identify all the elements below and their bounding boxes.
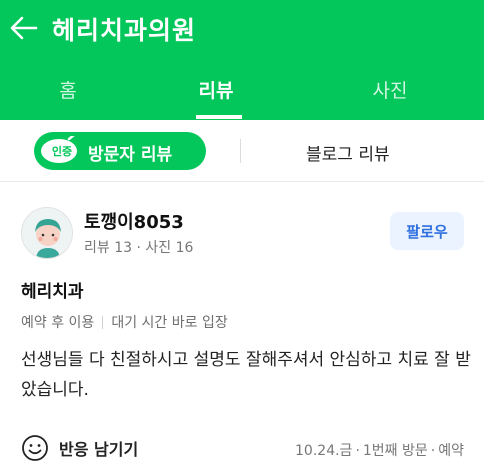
- react-button[interactable]: 반응 남기기: [21, 434, 138, 462]
- visit-meta: 10.24.금 · 1번째 방문 · 예약: [295, 443, 464, 459]
- tab-home[interactable]: 홈: [0, 58, 136, 120]
- back-button[interactable]: [4, 8, 44, 48]
- app-header: 헤리치과의원: [0, 0, 484, 58]
- place-name: 헤리치과: [21, 282, 84, 302]
- visit-review-tab[interactable]: 인증 방문자 리뷰: [34, 132, 206, 170]
- author-stats: 리뷰 13 · 사진 16: [84, 240, 194, 256]
- review-text: 선생님들 다 친절하시고 설명도 잘해주셔서 안심하고 치료 잘 받았습니다.: [21, 350, 471, 400]
- main-tabs: 홈 리뷰 사진: [0, 58, 484, 120]
- certified-label: 인증: [51, 145, 73, 158]
- visit-review-label: 방문자 리뷰: [88, 145, 173, 165]
- visit-count: 1번째 방문: [362, 443, 428, 459]
- active-tab-indicator: [196, 115, 242, 119]
- tab-photo[interactable]: 사진: [296, 58, 484, 120]
- arrow-left-icon: [10, 16, 38, 40]
- page-title: 헤리치과의원: [52, 16, 197, 45]
- tag-wait-time: 대기 시간 바로 입장: [111, 315, 228, 331]
- tab-review[interactable]: 리뷰: [136, 58, 296, 120]
- visit-date: 10.24.금: [295, 443, 353, 459]
- follow-button[interactable]: 팔로우: [390, 212, 464, 250]
- blog-review-tab[interactable]: 블로그 리뷰: [306, 140, 390, 165]
- user-avatar-icon: [22, 208, 72, 258]
- certified-badge: 인증: [39, 133, 79, 166]
- tag-reservation: 예약 후 이용: [21, 315, 95, 331]
- review-tags: 예약 후 이용 대기 시간 바로 입장: [21, 312, 228, 332]
- visit-type: 예약: [438, 443, 464, 459]
- tag-separator: [102, 315, 104, 329]
- subtab-divider: [240, 139, 241, 163]
- review-author[interactable]: 토깽이8053: [84, 208, 184, 234]
- smile-icon: [22, 435, 48, 461]
- avatar[interactable]: [21, 207, 73, 259]
- react-label: 반응 남기기: [59, 440, 139, 459]
